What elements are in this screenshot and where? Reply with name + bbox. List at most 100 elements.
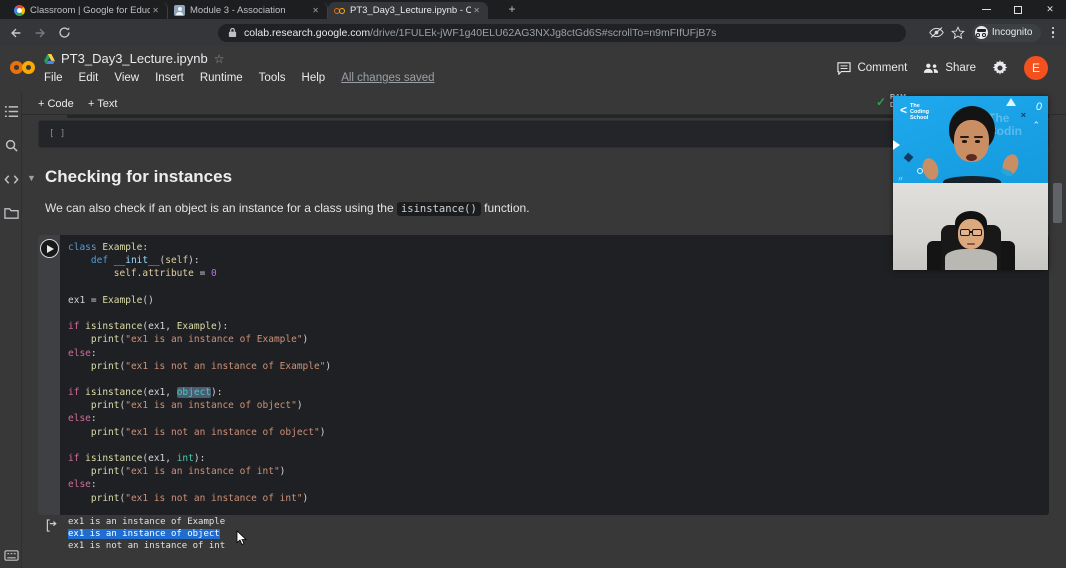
menu-help[interactable]: Help [302,72,326,84]
add-text-button[interactable]: + Text [82,95,123,112]
code-line[interactable]: print("ex1 is an instance of object") [68,399,1049,412]
menu-file[interactable]: File [44,72,63,84]
code-line[interactable]: print("ex1 is not an instance of Example… [68,360,1049,373]
code-line[interactable]: ex1 = Example() [68,294,1049,307]
decor-triangle-outline-icon [1006,98,1016,106]
code-token: : [142,242,148,253]
menu-edit[interactable]: Edit [79,72,99,84]
add-code-button[interactable]: + Code [32,95,80,112]
code-line[interactable]: print("ex1 is an instance of Example") [68,333,1049,346]
code-line[interactable] [68,281,1049,294]
browser-window: Classroom | Google for Educatio✕Module 3… [0,0,1066,568]
code-editor[interactable]: class Example: def __init__(self): self.… [60,235,1049,515]
code-token: ) [280,466,286,477]
star-notebook-icon[interactable]: ☆ [214,52,225,66]
section-heading[interactable]: Checking for instances [45,167,232,187]
code-token: self [165,255,188,266]
browser-tab[interactable]: Classroom | Google for Educatio✕ [8,2,168,19]
tab-close-icon[interactable]: ✕ [310,6,321,15]
favicon-detail [17,8,22,13]
code-token: class [68,242,102,253]
code-line[interactable]: if isinstance(ex1, int): [68,452,1049,465]
student-video[interactable] [893,183,1048,270]
code-line[interactable]: if isinstance(ex1, object): [68,386,1049,399]
code-token: print [91,400,120,411]
cell-prompt: [ ] [49,129,65,139]
scrollbar-thumb[interactable] [1053,183,1062,223]
browser-tab[interactable]: PT3_Day3_Lecture.ipynb - Colab✕ [328,2,488,19]
menu-view[interactable]: View [114,72,139,84]
tab-close-icon[interactable]: ✕ [150,6,161,15]
code-token: "ex1 is an instance of int" [125,466,279,477]
section-description: We can also check if an object is an ins… [45,201,530,215]
code-token: if [68,321,85,332]
section-collapse-arrow-icon[interactable]: ▼ [27,173,36,183]
window-close-button[interactable]: ✕ [1034,0,1066,19]
incognito-icon [975,26,988,39]
browser-toolbar: colab.research.google.com/drive/1FULEk-j… [0,19,1066,46]
code-token: if [68,387,85,398]
code-token: print [91,466,120,477]
output-text: ex1 is an instance of Example [68,517,225,527]
output-icon [46,519,59,532]
code-line[interactable]: else: [68,478,1049,491]
code-token: ) [297,400,303,411]
code-token [68,427,91,438]
code-line[interactable]: if isinstance(ex1, Example): [68,320,1049,333]
new-tab-button[interactable]: + [504,2,520,18]
decor-triangle-icon [893,138,900,152]
menu-tools[interactable]: Tools [259,72,286,84]
settings-gear-icon[interactable] [992,60,1008,76]
share-people-icon [923,62,939,74]
code-token: __init__ [114,255,160,266]
code-line[interactable] [68,307,1049,320]
code-line[interactable]: print("ex1 is an instance of int") [68,465,1049,478]
save-status[interactable]: All changes saved [341,72,434,84]
back-button[interactable] [4,21,28,45]
code-line[interactable]: else: [68,347,1049,360]
menu-insert[interactable]: Insert [155,72,184,84]
code-token: "ex1 is not an instance of object" [125,427,319,438]
instructor-video[interactable]: < The Coding School The Codin 〃 × 0 ⌃ [893,96,1048,183]
code-line[interactable] [68,439,1049,452]
video-call-overlay[interactable]: < The Coding School The Codin 〃 × 0 ⌃ [893,96,1048,270]
share-label: Share [945,62,976,74]
account-avatar[interactable]: E [1024,56,1048,80]
comment-button[interactable]: Comment [837,62,907,75]
instructor-body [943,176,1001,183]
window-minimize-button[interactable] [970,0,1002,19]
sidebar-search-icon[interactable] [4,138,19,153]
logo-line: School [910,115,929,121]
reload-button[interactable] [52,21,76,45]
address-bar[interactable]: colab.research.google.com/drive/1FULEk-j… [218,24,906,42]
menu-runtime[interactable]: Runtime [200,72,243,84]
forward-button[interactable] [28,21,52,45]
code-token [68,334,91,345]
mouse-cursor [236,530,247,546]
window-controls: ✕ [970,0,1066,19]
eye-off-icon[interactable] [929,26,944,39]
sidebar-folder-icon[interactable] [4,206,19,221]
code-line[interactable]: print("ex1 is not an instance of int") [68,492,1049,505]
notebook-filename[interactable]: PT3_Day3_Lecture.ipynb [61,51,208,66]
sidebar-toc-icon[interactable] [4,104,19,119]
bookmark-star-icon[interactable] [951,26,965,40]
output-line: ex1 is not an instance of int [68,541,225,553]
google-favicon-icon [14,5,25,16]
person-favicon-icon [174,5,185,16]
code-token: ): [188,255,199,266]
sidebar-terminal-icon[interactable] [4,548,19,563]
code-line[interactable] [68,373,1049,386]
code-line[interactable]: else: [68,412,1049,425]
sidebar-code-icon[interactable] [4,172,19,187]
code-token: object [177,387,211,398]
code-cell[interactable]: class Example: def __init__(self): self.… [38,235,1049,515]
tab-close-icon[interactable]: ✕ [471,6,482,15]
run-cell-button[interactable] [40,239,59,258]
browser-menu-button[interactable] [1048,27,1059,39]
browser-tab[interactable]: Module 3 - Association✕ [168,2,328,19]
incognito-badge: Incognito [972,24,1041,42]
share-button[interactable]: Share [923,62,976,74]
code-line[interactable]: print("ex1 is not an instance of object"… [68,426,1049,439]
window-maximize-button[interactable] [1002,0,1034,19]
